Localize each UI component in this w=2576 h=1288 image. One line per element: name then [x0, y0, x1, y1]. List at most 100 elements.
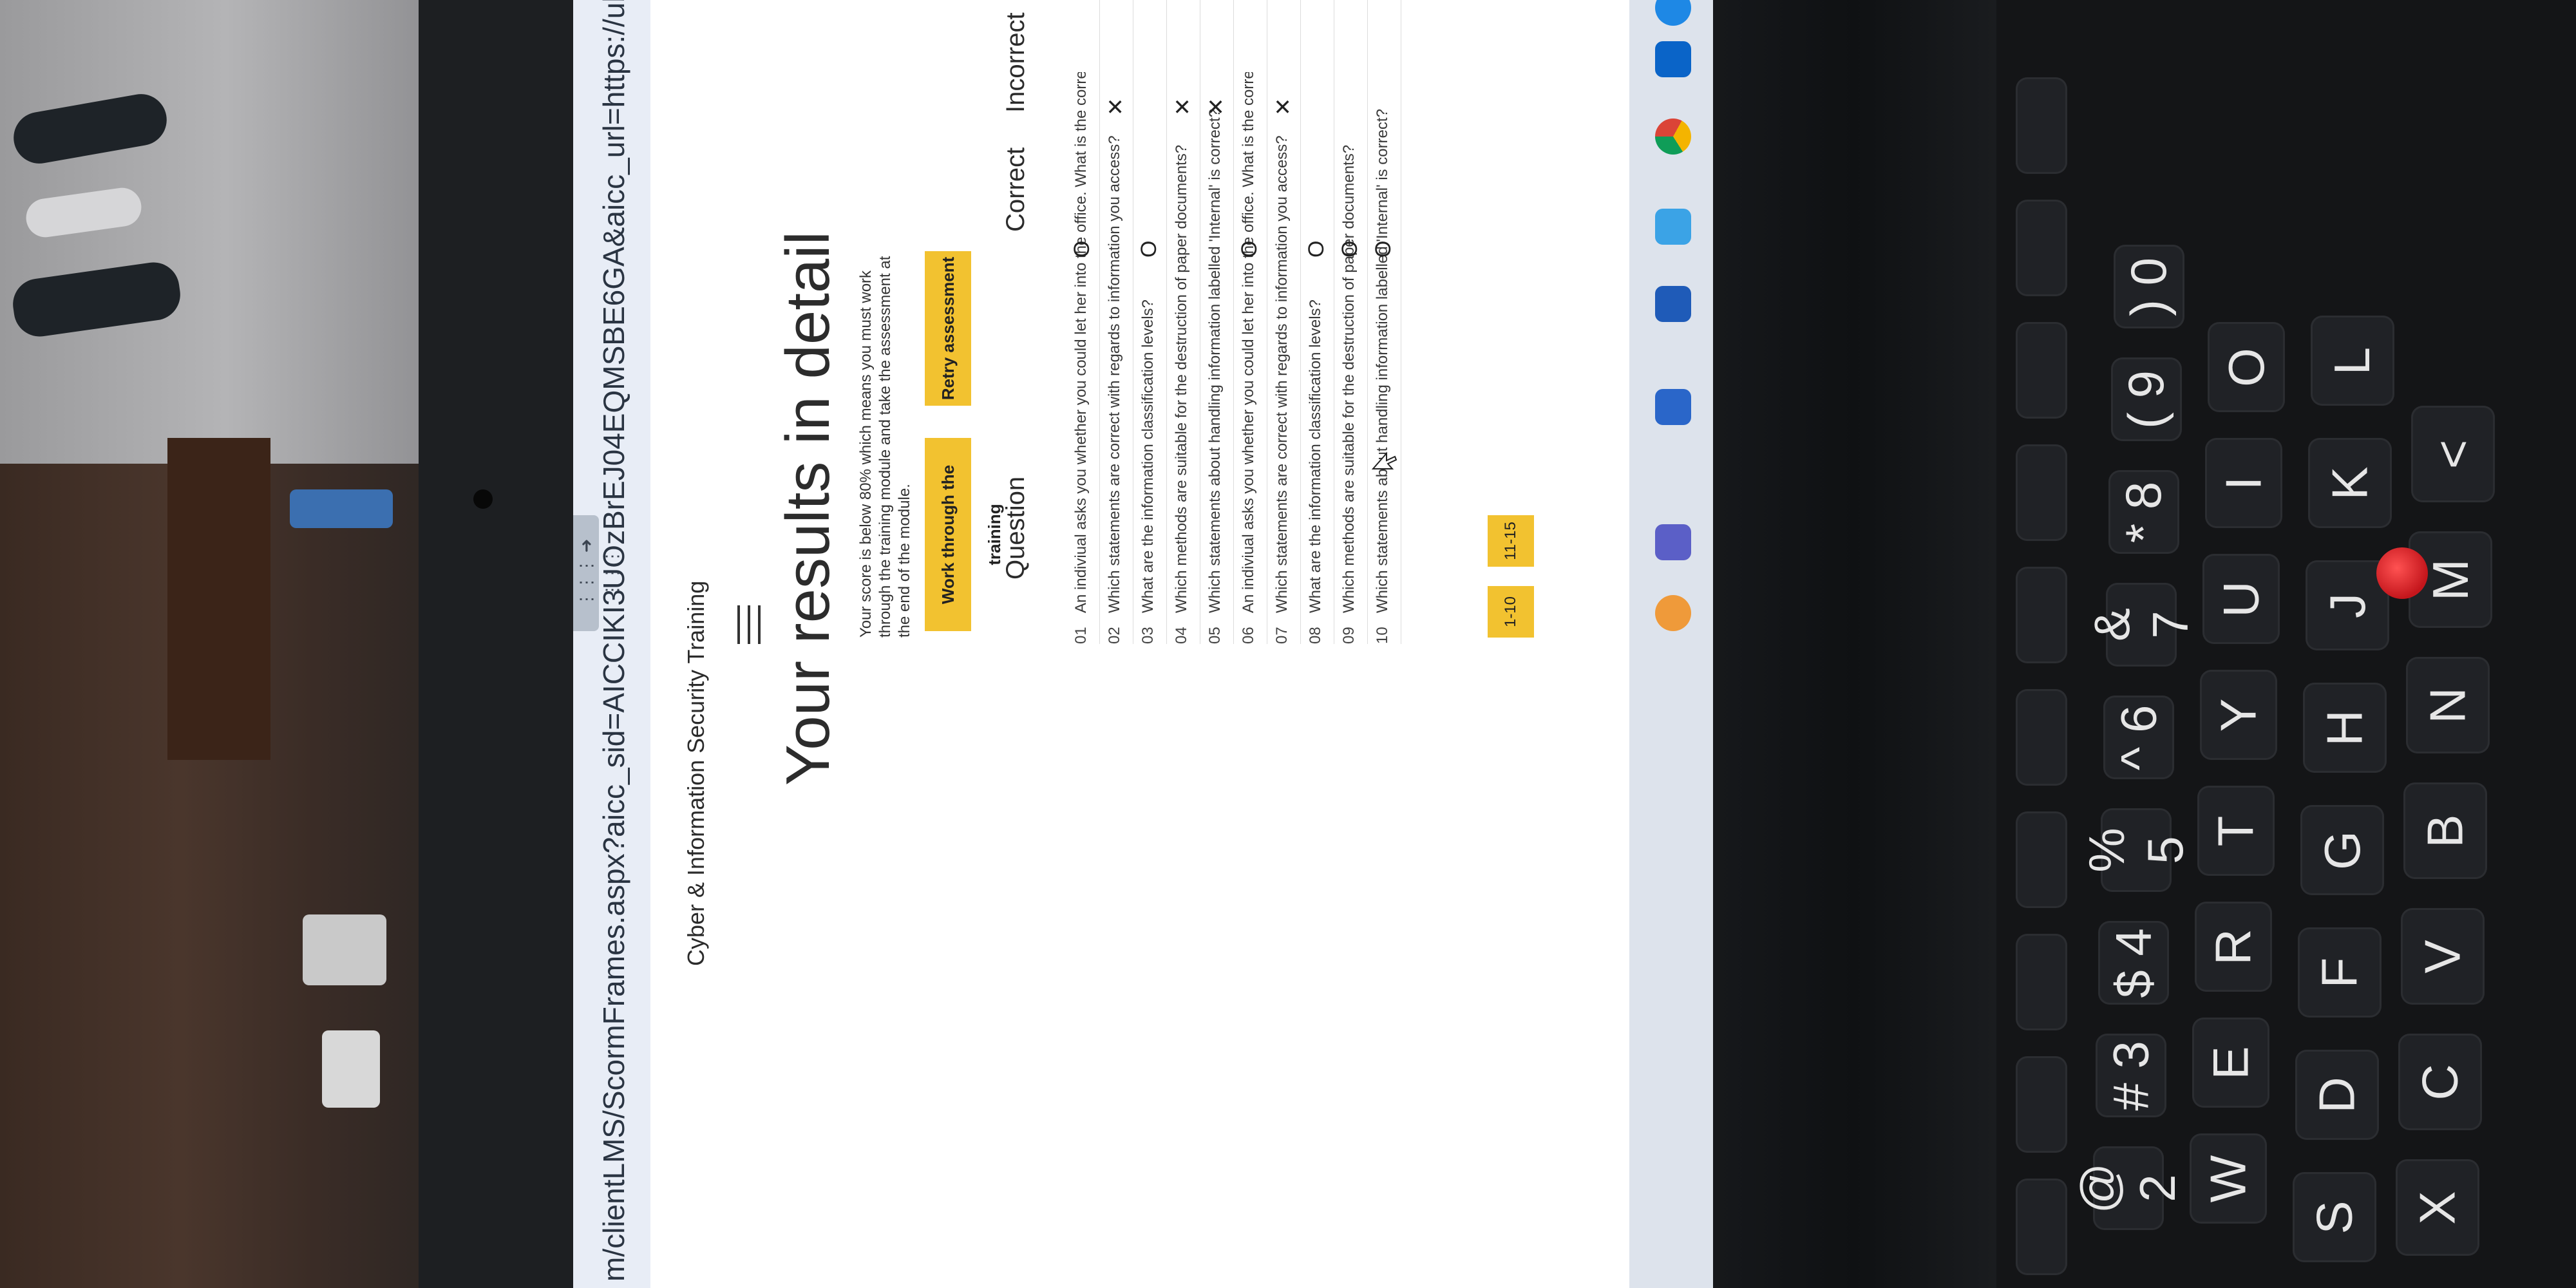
question-number: 03	[1139, 627, 1157, 644]
laptop-bezel	[419, 0, 580, 1288]
keyboard-key[interactable]: N	[2406, 657, 2490, 753]
page-button-11-15[interactable]: 11-15	[1488, 515, 1534, 567]
question-text: Which statements are correct with regard…	[1106, 135, 1123, 613]
table-row: 01 An indiviual asks you whether you coul…	[1066, 0, 1100, 644]
course-title: Cyber & Information Security Training	[683, 580, 709, 966]
teams-icon[interactable]	[1655, 524, 1691, 560]
function-key[interactable]	[2016, 1179, 2067, 1275]
keyboard-key[interactable]: ( 9	[2111, 357, 2182, 441]
feedback-icon[interactable]	[1655, 595, 1691, 631]
keyboard-key[interactable]: C	[2398, 1034, 2482, 1130]
skype-icon[interactable]	[1655, 0, 1691, 26]
question-number: 07	[1273, 627, 1291, 644]
correct-mark-icon: O	[1338, 240, 1362, 258]
keyboard-key[interactable]: X	[2396, 1159, 2479, 1256]
key-label: R	[2204, 928, 2262, 965]
incorrect-mark-icon: ✕	[1104, 97, 1128, 117]
table-row: 04 Which methods are suitable for the des…	[1166, 0, 1200, 644]
column-header-question: Question	[1001, 476, 1030, 580]
function-key[interactable]	[2016, 689, 2067, 786]
key-label: ( 9	[2117, 370, 2175, 429]
table-row: 07 Which statements are correct with rega…	[1267, 0, 1301, 644]
keyboard-key[interactable]: I	[2205, 438, 2282, 528]
keyboard-key[interactable]: R	[2195, 902, 2272, 992]
key-label: O	[2217, 347, 2275, 387]
keyboard-key[interactable]: L	[2311, 316, 2394, 406]
keyboard-key[interactable]: ) 0	[2114, 245, 2184, 328]
screen-content: m/clientLMS/ScormFrames.aspx?aicc_sid=AI…	[573, 0, 1719, 1288]
keyboard-key[interactable]: G	[2300, 805, 2384, 895]
outlook-icon[interactable]	[1655, 41, 1691, 77]
app-icon[interactable]	[1655, 389, 1691, 425]
correct-mark-icon: O	[1371, 240, 1396, 258]
key-label: G	[2313, 830, 2371, 870]
key-label: ^ 6	[2110, 705, 2167, 770]
keyboard-key[interactable]: D	[2295, 1050, 2379, 1140]
desk-item	[303, 914, 386, 985]
keyboard-key[interactable]: F	[2298, 927, 2382, 1018]
browser-address-bar[interactable]: m/clientLMS/ScormFrames.aspx?aicc_sid=AI…	[573, 0, 650, 1288]
lms-content: Cyber & Information Security Training Yo…	[650, 0, 1629, 1288]
function-key[interactable]	[2016, 322, 2067, 419]
key-label: I	[2215, 476, 2272, 490]
key-label: @ 2	[2070, 1162, 2186, 1214]
page-title: Your results in detail	[773, 231, 842, 786]
keyboard-key[interactable]: S	[2293, 1172, 2376, 1262]
key-label: Y	[2210, 697, 2267, 732]
frame-nav-handle[interactable]: ⋮⋮⋮ ➜ ⋮⋮⋮	[573, 515, 621, 631]
question-number: 06	[1240, 627, 1257, 644]
edge-icon[interactable]	[1655, 209, 1691, 245]
chrome-icon[interactable]	[1655, 118, 1691, 155]
keyboard-key[interactable]: V	[2401, 908, 2485, 1005]
question-text: What are the information classification …	[1139, 299, 1157, 613]
question-text: Which methods are suitable for the destr…	[1340, 144, 1358, 613]
keyboard-key[interactable]: K	[2308, 438, 2392, 528]
keyboard-key[interactable]: $ 4	[2098, 921, 2169, 1005]
function-key[interactable]	[2016, 934, 2067, 1030]
column-header-correct: Correct	[1001, 147, 1030, 232]
key-label: E	[2202, 1045, 2259, 1080]
keyboard-key[interactable]: B	[2403, 782, 2487, 879]
keyboard-key[interactable]: W	[2190, 1133, 2267, 1224]
keyboard-key[interactable]: H	[2303, 683, 2387, 773]
keyboard-key[interactable]: @ 2	[2070, 1146, 2186, 1230]
keyboard-key[interactable]: & 7	[2083, 583, 2199, 667]
keyboard-key[interactable]: O	[2208, 322, 2285, 412]
retry-assessment-button[interactable]: Retry assessment	[925, 251, 971, 406]
question-text: An indiviual asks you whether you could …	[1240, 72, 1257, 613]
question-text: An indiviual asks you whether you could …	[1072, 72, 1090, 613]
keyboard-key[interactable]: % 5	[2078, 808, 2193, 892]
key-label: <	[2424, 439, 2481, 469]
key-label: C	[2411, 1063, 2468, 1101]
question-text: Which statements are correct with regard…	[1273, 135, 1291, 613]
keyboard-key[interactable]: Y	[2200, 670, 2277, 760]
keyboard-key[interactable]: E	[2192, 1018, 2269, 1108]
url-text[interactable]: m/clientLMS/ScormFrames.aspx?aicc_sid=AI…	[596, 0, 631, 1282]
desk-item	[290, 489, 393, 528]
question-text: What are the information classification …	[1307, 299, 1324, 613]
function-key[interactable]	[2016, 444, 2067, 541]
key-label: U	[2212, 580, 2269, 618]
key-label: K	[2321, 466, 2378, 500]
function-key[interactable]	[2016, 200, 2067, 296]
key-label: $ 4	[2105, 927, 2162, 998]
menu-icon[interactable]	[737, 605, 767, 644]
page-button-1-10[interactable]: 1-10	[1488, 586, 1534, 638]
function-key[interactable]	[2016, 1056, 2067, 1153]
key-label: # 3	[2102, 1040, 2159, 1111]
correct-mark-icon: O	[1070, 240, 1094, 258]
question-number: 01	[1072, 627, 1090, 644]
keyboard-key[interactable]: * 8	[2108, 470, 2179, 554]
keyboard-key[interactable]: ^ 6	[2103, 696, 2174, 779]
function-key[interactable]	[2016, 567, 2067, 663]
keyboard-key[interactable]: <	[2411, 406, 2495, 502]
word-icon[interactable]	[1655, 286, 1691, 322]
keyboard-key[interactable]: T	[2197, 786, 2275, 876]
function-key[interactable]	[2016, 811, 2067, 908]
keyboard-key[interactable]: U	[2202, 554, 2280, 644]
work-through-training-button[interactable]: Work through the training	[925, 438, 1004, 631]
function-key[interactable]	[2016, 77, 2067, 174]
key-label: N	[2419, 687, 2476, 724]
trackpoint[interactable]	[2376, 547, 2428, 599]
keyboard-key[interactable]: # 3	[2096, 1034, 2166, 1117]
